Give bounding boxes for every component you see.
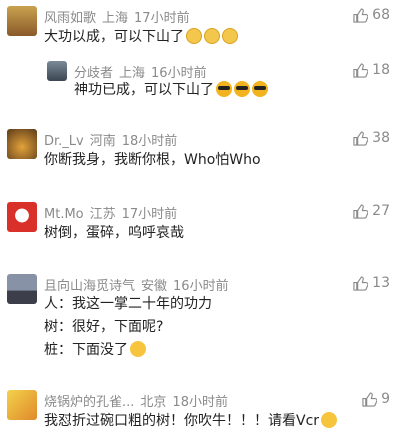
like-button[interactable]: 18	[353, 62, 390, 78]
comment-line: 桩：下面没了	[44, 340, 212, 363]
comment-meta: Mt.Mo 江苏 17小时前	[44, 203, 177, 222]
like-count: 9	[381, 391, 390, 407]
username[interactable]: 风雨如歌	[44, 11, 96, 26]
comment-line: 人：我这一掌二十年的功力	[44, 296, 212, 312]
like-button[interactable]: 9	[362, 391, 390, 407]
thumbs-up-icon	[353, 275, 369, 291]
avatar[interactable]	[47, 61, 67, 81]
region: 江苏	[89, 207, 116, 222]
comment-text: 神功已成，可以下山了	[74, 80, 268, 100]
region: 上海	[102, 11, 129, 26]
facepalm-emoji-icon	[130, 341, 146, 357]
timestamp: 16小时前	[173, 279, 229, 294]
comment-text: 人：我这一掌二十年的功力 树：很好，下面呢? 桩：下面没了	[44, 294, 212, 363]
like-button[interactable]: 68	[353, 7, 390, 23]
like-count: 13	[372, 275, 390, 291]
region: 上海	[119, 66, 146, 81]
avatar[interactable]	[7, 6, 37, 36]
sunglasses-emoji-icon	[234, 81, 250, 97]
comment-meta: 风雨如歌 上海 17小时前	[44, 7, 190, 26]
cat-emoji-icon	[222, 28, 238, 44]
comment-line: 树：很好，下面呢?	[44, 319, 164, 335]
like-count: 68	[372, 7, 390, 23]
comment-text: 我怼折过碗口粗的树！你吹牛！！！请看Vcr	[44, 411, 338, 431]
comment-text: 树倒，蛋碎，呜呼哀哉	[44, 225, 184, 241]
thumbs-up-icon	[353, 130, 369, 146]
like-button[interactable]: 27	[353, 203, 390, 219]
comment-text: 你断我身，我断你根，Who怕Who	[44, 152, 261, 168]
comment-meta: 分歧者 上海 16小时前	[74, 62, 207, 81]
username[interactable]: Mt.Mo	[44, 207, 84, 222]
timestamp: 18小时前	[121, 134, 178, 149]
username[interactable]: Dr._Lv	[44, 134, 84, 149]
region: 北京	[140, 395, 167, 410]
smile-emoji-icon	[321, 412, 338, 428]
thumbs-up-icon	[353, 203, 369, 219]
like-button[interactable]: 13	[353, 275, 390, 291]
username[interactable]: 烧锅炉的孔雀...	[44, 395, 134, 410]
like-count: 18	[372, 62, 390, 78]
like-count: 27	[372, 203, 390, 219]
like-button[interactable]: 38	[353, 130, 390, 146]
region: 安徽	[141, 279, 168, 294]
region: 河南	[89, 134, 116, 149]
timestamp: 18小时前	[172, 395, 228, 410]
comment-meta: 烧锅炉的孔雀... 北京 18小时前	[44, 391, 228, 410]
thumbs-up-icon	[362, 391, 378, 407]
sunglasses-emoji-icon	[216, 81, 232, 97]
cat-emoji-icon	[186, 28, 202, 44]
sunglasses-emoji-icon	[252, 81, 268, 97]
username[interactable]: 且向山海觅诗气	[44, 279, 135, 294]
avatar[interactable]	[7, 129, 37, 159]
comment-meta: Dr._Lv 河南 18小时前	[44, 130, 177, 149]
avatar[interactable]	[7, 202, 37, 232]
timestamp: 16小时前	[151, 66, 207, 81]
cat-emoji-icon	[204, 28, 220, 44]
timestamp: 17小时前	[121, 207, 178, 222]
thumbs-up-icon	[353, 62, 369, 78]
timestamp: 17小时前	[134, 11, 190, 26]
username[interactable]: 分歧者	[74, 66, 113, 81]
avatar[interactable]	[7, 390, 37, 420]
comment-text: 大功以成，可以下山了	[44, 27, 238, 47]
avatar[interactable]	[7, 274, 37, 304]
like-count: 38	[372, 130, 390, 146]
comment-meta: 且向山海觅诗气 安徽 16小时前	[44, 275, 229, 294]
thumbs-up-icon	[353, 7, 369, 23]
